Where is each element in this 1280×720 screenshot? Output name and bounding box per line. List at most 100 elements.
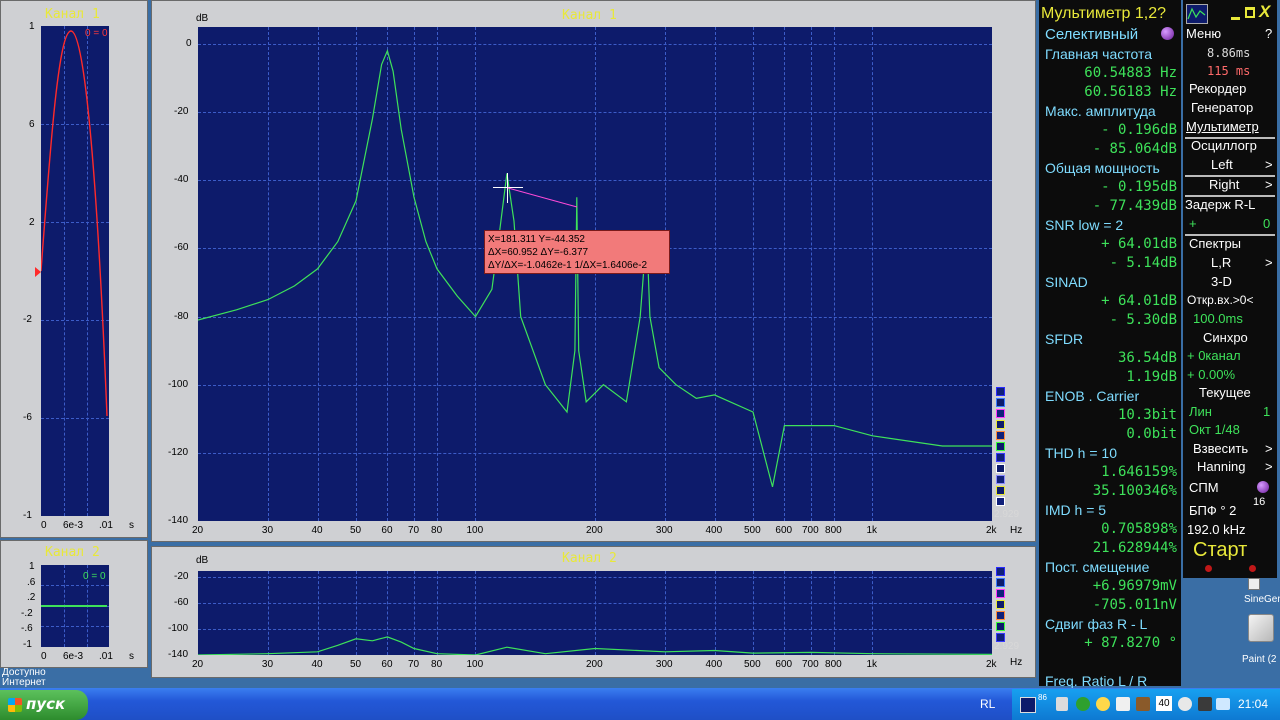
left-ch2-title: Канал 2 bbox=[45, 545, 100, 560]
sync-channel[interactable]: + 0канал bbox=[1187, 348, 1241, 363]
close-icon[interactable]: X bbox=[1259, 2, 1270, 22]
trace-color-swatch[interactable] bbox=[996, 398, 1005, 407]
trace-color-swatch[interactable] bbox=[996, 387, 1005, 396]
clock[interactable]: 21:04 bbox=[1238, 697, 1268, 711]
menu-multimeter[interactable]: Мультиметр bbox=[1186, 119, 1259, 134]
meter-row-label[interactable]: SFDR bbox=[1045, 331, 1083, 347]
sample-rate[interactable]: 192.0 kHz bbox=[1187, 522, 1246, 537]
trace-color-swatch[interactable] bbox=[996, 633, 1005, 642]
trace-color-swatch[interactable] bbox=[996, 442, 1005, 451]
menu-right[interactable]: Right bbox=[1209, 177, 1239, 192]
tray-icon-5[interactable] bbox=[1116, 697, 1130, 711]
meter-row-label[interactable]: SNR low = 2 bbox=[1045, 217, 1123, 233]
paint-brush-icon bbox=[1248, 614, 1274, 642]
trace-color-swatch[interactable] bbox=[996, 578, 1005, 587]
menu-psd[interactable]: СПМ bbox=[1189, 480, 1219, 495]
chevron-right-icon[interactable]: > bbox=[1265, 157, 1273, 172]
start-button-os[interactable]: пуск bbox=[0, 690, 88, 720]
trace-color-swatch[interactable] bbox=[996, 420, 1005, 429]
multimeter-title[interactable]: Мультиметр 1,2? bbox=[1041, 5, 1166, 23]
minimize-icon[interactable] bbox=[1231, 6, 1240, 20]
psd-indicator-icon[interactable] bbox=[1257, 481, 1269, 493]
app-logo-icon[interactable] bbox=[1186, 4, 1208, 24]
trace-color-swatch[interactable] bbox=[996, 567, 1005, 576]
meter-row-label[interactable]: Главная частота bbox=[1045, 46, 1152, 62]
main-ch1-plot[interactable]: X=181.311 Y=-44.352 ΔX=60.952 ΔY=-6.377 … bbox=[198, 27, 1019, 521]
trace-color-swatch[interactable] bbox=[996, 600, 1005, 609]
trace-color-swatch[interactable] bbox=[996, 589, 1005, 598]
menu-3d[interactable]: 3-D bbox=[1211, 274, 1232, 289]
chevron-right-icon[interactable]: > bbox=[1265, 459, 1273, 474]
menu-left[interactable]: Left bbox=[1211, 157, 1233, 172]
menu-open-input[interactable]: Откр.вх.>0< bbox=[1187, 293, 1254, 307]
restore-icon[interactable] bbox=[1245, 7, 1255, 18]
sinegen-desktop-icon[interactable]: SineGen bbox=[1244, 578, 1280, 608]
menu-generator[interactable]: Генератор bbox=[1191, 100, 1253, 115]
mode-label[interactable]: Селективный bbox=[1045, 26, 1138, 43]
left-ch2-plot[interactable]: 0 = 0 bbox=[41, 565, 109, 647]
x-tick-label: 20 bbox=[192, 525, 204, 536]
language-indicator[interactable]: RL bbox=[980, 697, 995, 711]
trace-color-swatch[interactable] bbox=[996, 475, 1005, 484]
tray-icon-6[interactable] bbox=[1136, 697, 1150, 711]
menu-window[interactable]: Hanning bbox=[1197, 459, 1245, 474]
update-icon[interactable] bbox=[1096, 697, 1110, 711]
menu-delay[interactable]: Задерж R-L bbox=[1185, 197, 1255, 212]
meter-row-label[interactable]: ENOB . Carrier bbox=[1045, 388, 1139, 404]
paint-desktop-icon[interactable]: Paint (2 bbox=[1240, 612, 1280, 670]
menu-recorder[interactable]: Рекордер bbox=[1189, 81, 1246, 96]
chevron-right-icon[interactable]: > bbox=[1265, 177, 1273, 192]
chevron-right-icon[interactable]: > bbox=[1265, 255, 1273, 270]
delay-sign[interactable]: + bbox=[1189, 216, 1197, 231]
menu-oscillograph[interactable]: Осциллогр bbox=[1191, 138, 1257, 153]
x-tick-label: 60 bbox=[381, 659, 393, 670]
camera-icon[interactable] bbox=[1216, 698, 1230, 710]
meter-row-label[interactable]: Сдвиг фаз R - L bbox=[1045, 616, 1147, 632]
menu-spectra[interactable]: Спектры bbox=[1189, 236, 1241, 251]
x-tick-label: 800 bbox=[825, 659, 842, 670]
meter-row-label[interactable]: Пост. смещение bbox=[1045, 559, 1149, 575]
open-input-value[interactable]: 100.0ms bbox=[1193, 311, 1243, 326]
left-ch1-plot[interactable]: 0 = 0 bbox=[41, 26, 109, 516]
meter-row-label[interactable]: Freq. Ratio L / R bbox=[1045, 673, 1147, 689]
sync-percent[interactable]: + 0.00% bbox=[1187, 367, 1235, 382]
mode-indicator-icon[interactable] bbox=[1161, 27, 1174, 40]
tray-number-badge[interactable]: 40 bbox=[1156, 696, 1172, 711]
start-button[interactable]: Старт bbox=[1193, 539, 1247, 562]
meter-row-label[interactable]: Макс. амплитуда bbox=[1045, 103, 1156, 119]
trace-color-swatch[interactable] bbox=[996, 464, 1005, 473]
chevron-right-icon[interactable]: > bbox=[1265, 441, 1273, 456]
tray-icon-9[interactable] bbox=[1198, 697, 1212, 711]
meter-row-value: -705.011nV bbox=[1092, 597, 1177, 613]
tray-app-icon[interactable] bbox=[1020, 697, 1036, 713]
oct-value[interactable]: Окт 1/48 bbox=[1189, 422, 1240, 437]
menu-lr[interactable]: L,R bbox=[1211, 255, 1231, 270]
lin-value[interactable]: 1 bbox=[1263, 404, 1270, 419]
x-tick-label: 80 bbox=[431, 659, 443, 670]
trace-color-swatch[interactable] bbox=[996, 453, 1005, 462]
menu-weigh[interactable]: Взвесить bbox=[1193, 441, 1248, 456]
trace-color-swatch[interactable] bbox=[996, 497, 1005, 506]
network-icon[interactable] bbox=[1076, 697, 1090, 711]
menu-sync[interactable]: Синхро bbox=[1203, 330, 1248, 345]
meter-row-label[interactable]: IMD h = 5 bbox=[1045, 502, 1106, 518]
trace-color-swatch[interactable] bbox=[996, 409, 1005, 418]
lin-label[interactable]: Лин bbox=[1189, 404, 1212, 419]
ytick: -2 bbox=[23, 314, 32, 325]
tray-icon-8[interactable] bbox=[1178, 697, 1192, 711]
menu-header[interactable]: Меню bbox=[1186, 26, 1221, 41]
trace-color-swatch[interactable] bbox=[996, 431, 1005, 440]
trigger-marker-icon[interactable] bbox=[35, 267, 41, 277]
delay-value[interactable]: 0 bbox=[1263, 216, 1270, 231]
trace-color-swatch[interactable] bbox=[996, 486, 1005, 495]
trace-color-swatch[interactable] bbox=[996, 611, 1005, 620]
volume-icon[interactable] bbox=[1056, 697, 1068, 711]
menu-current[interactable]: Текущее bbox=[1199, 385, 1251, 400]
fft-size[interactable]: БПФ ° 2 bbox=[1189, 503, 1236, 518]
help-button[interactable]: ? bbox=[1265, 26, 1272, 41]
meter-row-label[interactable]: THD h = 10 bbox=[1045, 445, 1117, 461]
main-ch2-plot[interactable]: 2.929 bbox=[198, 571, 1019, 655]
meter-row-label[interactable]: SINAD bbox=[1045, 274, 1088, 290]
meter-row-label[interactable]: Общая мощность bbox=[1045, 160, 1160, 176]
trace-color-swatch[interactable] bbox=[996, 622, 1005, 631]
